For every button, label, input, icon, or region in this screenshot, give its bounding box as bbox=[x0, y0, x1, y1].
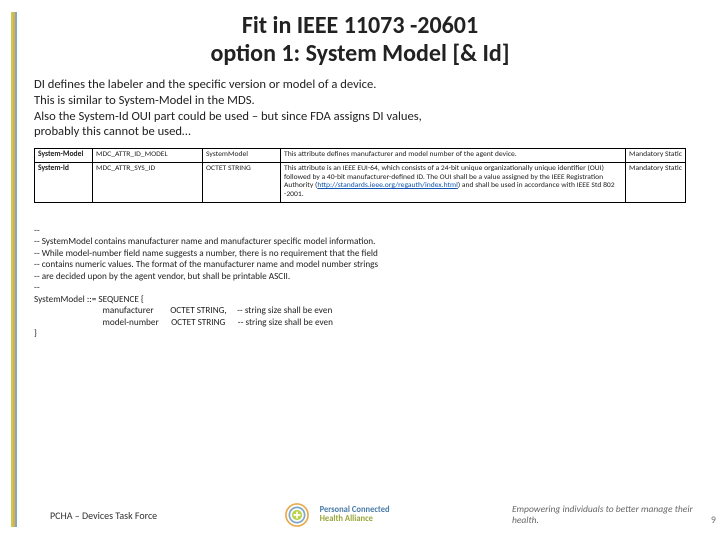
intro-line: probably this cannot be used… bbox=[34, 124, 686, 140]
attr-req-cell: Mandatory Static bbox=[626, 162, 686, 202]
attr-desc-cell: This attribute is an IEEE EUI-64, which … bbox=[281, 162, 626, 202]
attr-name-cell: System-Model bbox=[35, 149, 93, 163]
footer-logo-text: Personal Connected Health Alliance bbox=[320, 506, 390, 524]
ieee-registration-link[interactable]: http://standards.ieee.org/regauth/index.… bbox=[317, 181, 458, 190]
intro-line: DI defines the labeler and the specific … bbox=[34, 77, 686, 93]
asn-line: -- are decided upon by the agent vendor,… bbox=[34, 271, 290, 282]
asn-line: -- bbox=[34, 225, 40, 236]
asn-line: -- bbox=[34, 282, 40, 293]
asn-line: SystemModel ::= SEQUENCE { bbox=[34, 294, 144, 305]
asn-definition-block: -- -- SystemModel contains manufacturer … bbox=[34, 225, 686, 340]
asn-line: -- SystemModel contains manufacturer nam… bbox=[34, 236, 375, 247]
title-line-2: option 1: System Model [& Id] bbox=[210, 39, 509, 68]
attribute-table: System-Model MDC_ATTR_ID_MODEL SystemMod… bbox=[34, 148, 686, 203]
title-line-1: Fit in IEEE 11073 -20601 bbox=[242, 11, 478, 40]
footer-tagline: Empowering individuals to better manage … bbox=[512, 504, 712, 526]
attr-req-cell: Mandatory Static bbox=[626, 149, 686, 163]
attr-code-cell: MDC_ATTR_SYS_ID bbox=[93, 162, 203, 202]
attr-desc-cell: This attribute defines manufacturer and … bbox=[281, 149, 626, 163]
slide-title: Fit in IEEE 11073 -20601 option 1: Syste… bbox=[34, 12, 686, 67]
table-row: System-Id MDC_ATTR_SYS_ID OCTET STRING T… bbox=[35, 162, 686, 202]
attr-type-cell: OCTET STRING bbox=[203, 162, 281, 202]
footer-logo: Personal Connected Health Alliance bbox=[280, 501, 390, 529]
intro-line: This is similar to System-Model in the M… bbox=[34, 93, 686, 109]
asn-line: } bbox=[34, 328, 37, 339]
attr-type-cell: SystemModel bbox=[203, 149, 281, 163]
intro-line: Also the System-Id OUI part could be use… bbox=[34, 109, 686, 125]
asn-line: model-number OCTET STRING -- string size… bbox=[34, 317, 333, 328]
attr-name-cell: System-Id bbox=[35, 162, 93, 202]
attr-code-cell: MDC_ATTR_ID_MODEL bbox=[93, 149, 203, 163]
brand-line-2: Health Alliance bbox=[320, 514, 373, 524]
asn-line: -- While model-number field name suggest… bbox=[34, 248, 378, 259]
intro-paragraph: DI defines the labeler and the specific … bbox=[34, 77, 686, 140]
asn-line: manufacturer OCTET STRING, -- string siz… bbox=[34, 305, 332, 316]
left-accent-stripes bbox=[11, 12, 17, 527]
slide: Fit in IEEE 11073 -20601 option 1: Syste… bbox=[0, 0, 720, 540]
slide-footer: PCHA – Devices Task Force Personal Conne… bbox=[0, 494, 720, 536]
footer-task-force: PCHA – Devices Task Force bbox=[50, 509, 157, 522]
page-number: 9 bbox=[711, 513, 716, 526]
table-row: System-Model MDC_ATTR_ID_MODEL SystemMod… bbox=[35, 149, 686, 163]
pcha-logo-icon bbox=[280, 501, 314, 529]
asn-line: -- contains numeric values. The format o… bbox=[34, 259, 378, 270]
